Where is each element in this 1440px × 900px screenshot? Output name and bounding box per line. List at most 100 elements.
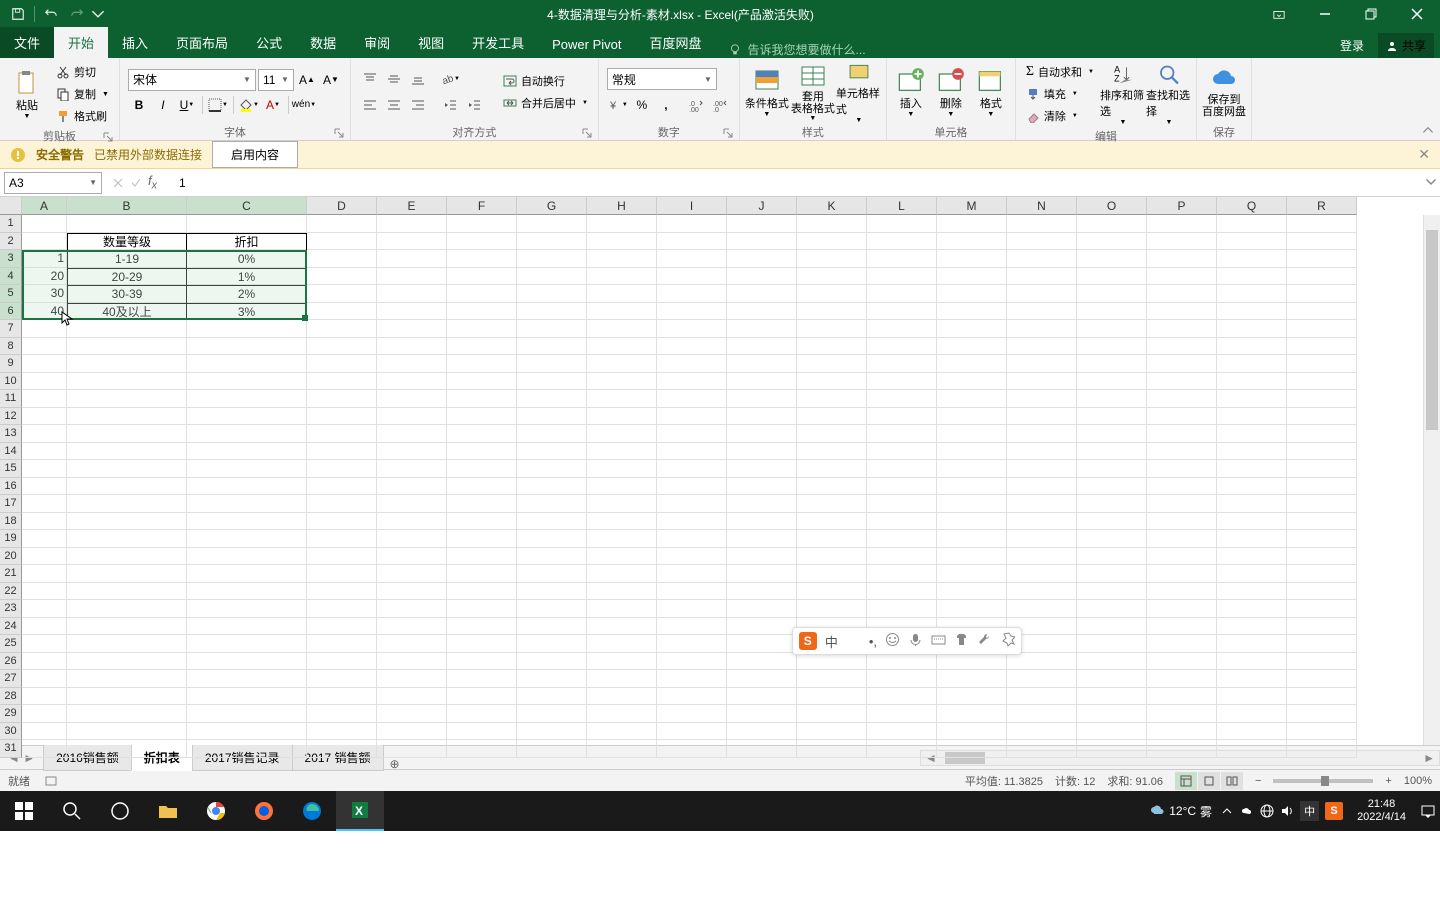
cell-C6[interactable]: 3% xyxy=(187,303,307,321)
view-layout-button[interactable] xyxy=(1198,772,1220,790)
column-headers[interactable]: ABCDEFGHIJKLMNOPQR xyxy=(22,197,1357,215)
conditional-format-button[interactable]: 条件格式▼ xyxy=(744,60,790,124)
col-header-F[interactable]: F xyxy=(447,197,517,215)
row-header-17[interactable]: 17 xyxy=(0,495,22,513)
row-header-29[interactable]: 29 xyxy=(0,705,22,723)
zoom-in-button[interactable]: + xyxy=(1385,775,1391,787)
accounting-format-button[interactable]: ¥▼ xyxy=(607,94,629,116)
row-header-10[interactable]: 10 xyxy=(0,373,22,391)
delete-cells-button[interactable]: 删除▼ xyxy=(931,60,971,124)
align-top-button[interactable] xyxy=(359,68,381,90)
ime-moon-icon[interactable] xyxy=(846,632,861,650)
row-header-3[interactable]: 3 xyxy=(0,250,22,268)
row-header-1[interactable]: 1 xyxy=(0,215,22,233)
align-right-button[interactable] xyxy=(407,94,429,116)
col-header-M[interactable]: M xyxy=(937,197,1007,215)
fill-button[interactable]: 填充▼ xyxy=(1022,84,1098,104)
border-button[interactable]: ▼ xyxy=(207,94,229,116)
row-header-7[interactable]: 7 xyxy=(0,320,22,338)
cell-A2[interactable] xyxy=(22,233,67,251)
cell-C5[interactable]: 2% xyxy=(187,285,307,303)
close-icon[interactable] xyxy=(1394,0,1440,28)
phonetic-button[interactable]: wén▼ xyxy=(293,94,315,116)
row-header-27[interactable]: 27 xyxy=(0,670,22,688)
col-header-O[interactable]: O xyxy=(1077,197,1147,215)
share-button[interactable]: 共享 xyxy=(1378,33,1434,58)
ime-keyboard-icon[interactable] xyxy=(931,632,946,650)
shrink-font-button[interactable]: A▼ xyxy=(320,69,342,91)
underline-button[interactable]: U▼ xyxy=(176,94,198,116)
row-header-18[interactable]: 18 xyxy=(0,513,22,531)
cell-A6[interactable]: 40 xyxy=(22,303,67,321)
tab-review[interactable]: 审阅 xyxy=(350,27,404,58)
formula-input[interactable] xyxy=(173,172,1422,194)
col-header-C[interactable]: C xyxy=(187,197,307,215)
cell-B3[interactable]: 1-19 xyxy=(67,250,187,268)
row-header-11[interactable]: 11 xyxy=(0,390,22,408)
align-center-button[interactable] xyxy=(383,94,405,116)
row-header-31[interactable]: 31 xyxy=(0,740,22,758)
ime-skin-icon[interactable] xyxy=(954,632,969,650)
row-header-13[interactable]: 13 xyxy=(0,425,22,443)
italic-button[interactable]: I xyxy=(152,94,174,116)
col-header-H[interactable]: H xyxy=(587,197,657,215)
row-header-5[interactable]: 5 xyxy=(0,285,22,303)
tab-home[interactable]: 开始 xyxy=(54,27,108,58)
decrease-indent-button[interactable] xyxy=(439,94,461,116)
cell-A4[interactable]: 20 xyxy=(22,268,67,286)
font-color-button[interactable]: A▼ xyxy=(262,94,284,116)
cortana-button[interactable] xyxy=(96,791,144,831)
ime-settings-icon[interactable] xyxy=(1000,632,1015,650)
taskbar-clock[interactable]: 21:48 2022/4/14 xyxy=(1351,798,1412,824)
name-box[interactable]: A3▼ xyxy=(4,172,102,194)
undo-icon[interactable] xyxy=(39,2,63,26)
sogou-logo-icon[interactable]: S xyxy=(799,632,817,650)
tab-powerpivot[interactable]: Power Pivot xyxy=(538,31,635,58)
row-header-24[interactable]: 24 xyxy=(0,618,22,636)
ime-emoji-icon[interactable] xyxy=(885,632,900,650)
decrease-decimal-button[interactable]: .00.0 xyxy=(709,94,731,116)
collapse-ribbon-icon[interactable] xyxy=(1420,122,1436,138)
col-header-J[interactable]: J xyxy=(727,197,797,215)
col-header-Q[interactable]: Q xyxy=(1217,197,1287,215)
vertical-scrollbar[interactable] xyxy=(1423,215,1440,745)
merge-center-button[interactable]: 合并后居中▼ xyxy=(499,93,592,113)
paste-button[interactable]: 粘贴 ▼ xyxy=(4,62,50,126)
col-header-K[interactable]: K xyxy=(797,197,867,215)
edge-button[interactable] xyxy=(288,791,336,831)
cell-styles-button[interactable]: 单元格样式▼ xyxy=(836,60,882,124)
weather-widget[interactable]: 12°C 雾 xyxy=(1149,803,1212,820)
align-left-button[interactable] xyxy=(359,94,381,116)
row-header-30[interactable]: 30 xyxy=(0,723,22,741)
ime-punct[interactable]: •, xyxy=(869,634,877,649)
worksheet-grid[interactable]: ABCDEFGHIJKLMNOPQR 123456789101112131415… xyxy=(0,197,1440,745)
format-painter-button[interactable]: 格式刷 xyxy=(52,106,113,126)
tab-layout[interactable]: 页面布局 xyxy=(162,27,242,58)
col-header-B[interactable]: B xyxy=(67,197,187,215)
row-header-12[interactable]: 12 xyxy=(0,408,22,426)
col-header-I[interactable]: I xyxy=(657,197,727,215)
enter-icon[interactable] xyxy=(130,177,142,189)
save-icon[interactable] xyxy=(6,2,30,26)
row-header-25[interactable]: 25 xyxy=(0,635,22,653)
row-header-15[interactable]: 15 xyxy=(0,460,22,478)
notifications-icon[interactable] xyxy=(1420,803,1436,819)
warning-close-icon[interactable]: ✕ xyxy=(1418,146,1430,163)
tab-insert[interactable]: 插入 xyxy=(108,27,162,58)
clipboard-launcher-icon[interactable] xyxy=(103,132,113,142)
ime-toolbox-icon[interactable] xyxy=(977,632,992,650)
zoom-level[interactable]: 100% xyxy=(1404,775,1432,787)
row-header-28[interactable]: 28 xyxy=(0,688,22,706)
onedrive-icon[interactable] xyxy=(1240,804,1254,818)
start-button[interactable] xyxy=(0,791,48,831)
align-bottom-button[interactable] xyxy=(407,68,429,90)
tab-baidu[interactable]: 百度网盘 xyxy=(636,27,716,58)
cell-A5[interactable]: 30 xyxy=(22,285,67,303)
col-header-R[interactable]: R xyxy=(1287,197,1357,215)
search-button[interactable] xyxy=(48,791,96,831)
enable-content-button[interactable]: 启用内容 xyxy=(212,141,298,168)
ime-toolbar[interactable]: S 中 •, xyxy=(792,627,1022,655)
col-header-L[interactable]: L xyxy=(867,197,937,215)
zoom-out-button[interactable]: − xyxy=(1255,775,1261,787)
cut-button[interactable]: 剪切 xyxy=(52,62,113,82)
